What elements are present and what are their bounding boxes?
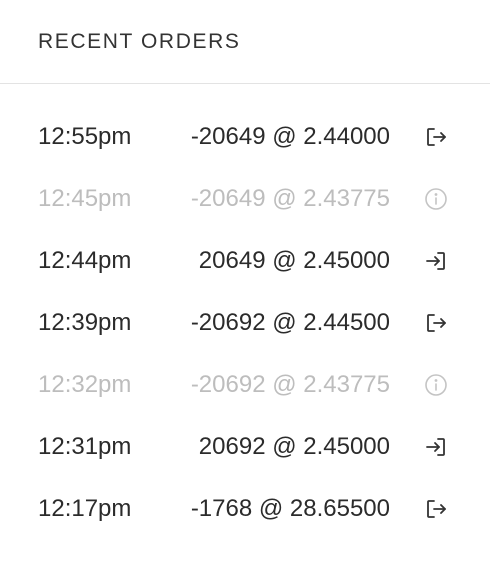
orders-list: 12:55pm -20649 @ 2.44000 12:45pm -20649 …: [0, 107, 490, 541]
info-icon[interactable]: [424, 187, 448, 211]
order-detail: 20649 @ 2.45000: [198, 247, 390, 274]
order-detail: -20692 @ 2.44500: [190, 309, 390, 336]
order-time: 12:44pm: [38, 247, 132, 274]
order-time: 12:39pm: [38, 309, 132, 336]
order-time: 12:32pm: [38, 371, 132, 398]
panel-title: RECENT ORDERS: [38, 30, 241, 53]
recent-orders-panel: RECENT ORDERS 12:55pm -20649 @ 2.44000 1…: [0, 0, 490, 562]
order-detail: 20692 @ 2.45000: [198, 433, 390, 460]
order-time: 12:45pm: [38, 185, 132, 212]
order-time: 12:17pm: [38, 495, 132, 522]
enter-icon[interactable]: [424, 435, 448, 459]
order-row[interactable]: 12:55pm -20649 @ 2.44000: [0, 107, 490, 169]
order-detail: -20649 @ 2.43775: [190, 185, 390, 212]
exit-icon[interactable]: [424, 125, 448, 149]
enter-icon[interactable]: [424, 249, 448, 273]
order-row[interactable]: 12:32pm -20692 @ 2.43775: [0, 355, 490, 417]
order-row[interactable]: 12:17pm -1768 @ 28.65500: [0, 479, 490, 541]
order-row[interactable]: 12:39pm -20692 @ 2.44500: [0, 293, 490, 355]
exit-icon[interactable]: [424, 497, 448, 521]
order-time: 12:31pm: [38, 433, 132, 460]
exit-icon[interactable]: [424, 311, 448, 335]
order-row[interactable]: 12:44pm 20649 @ 2.45000: [0, 231, 490, 293]
order-row[interactable]: 12:45pm -20649 @ 2.43775: [0, 169, 490, 231]
order-row[interactable]: 12:31pm 20692 @ 2.45000: [0, 417, 490, 479]
panel-header: RECENT ORDERS: [0, 0, 490, 84]
order-detail: -20649 @ 2.44000: [190, 123, 390, 150]
info-icon[interactable]: [424, 373, 448, 397]
order-time: 12:55pm: [38, 123, 132, 150]
order-detail: -1768 @ 28.65500: [190, 495, 390, 522]
order-detail: -20692 @ 2.43775: [190, 371, 390, 398]
